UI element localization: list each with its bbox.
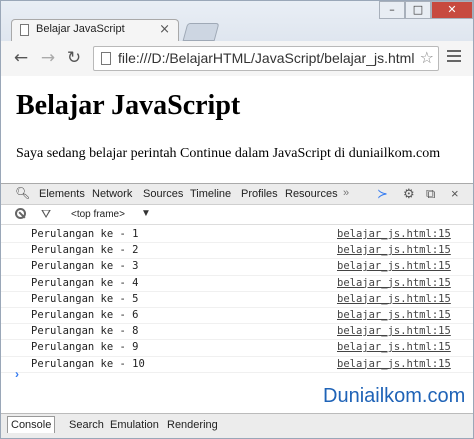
console-source-link[interactable]: belajar_js.html:15	[337, 276, 451, 291]
drawer-tab-emulation[interactable]: Emulation	[110, 419, 159, 431]
console-message: Perulangan ke - 5	[31, 292, 139, 305]
browser-toolbar: ← → ↻ file:///D:/BelajarHTML/JavaScript/…	[1, 41, 473, 77]
console-source-link[interactable]: belajar_js.html:15	[337, 243, 451, 258]
frame-select[interactable]: <top frame>	[71, 209, 125, 220]
console-message: Perulangan ke - 3	[31, 260, 139, 273]
console-row: Perulangan ke - 4 belajar_js.html:15	[1, 276, 473, 292]
console-source-link[interactable]: belajar_js.html:15	[337, 324, 451, 339]
document-icon	[20, 24, 29, 36]
minimize-button[interactable]: –	[379, 1, 405, 19]
console-prompt[interactable]: ›	[15, 367, 19, 381]
close-icon[interactable]: ×	[451, 186, 459, 201]
console-row: Perulangan ke - 6 belajar_js.html:15	[1, 308, 473, 325]
console-source-link[interactable]: belajar_js.html:15	[337, 357, 451, 372]
console-source-link[interactable]: belajar_js.html:15	[337, 340, 451, 355]
close-window-button[interactable]: ✕	[431, 1, 473, 19]
clear-console-icon[interactable]	[15, 208, 26, 219]
reload-icon[interactable]: ↻	[64, 48, 84, 68]
console-row: Perulangan ke - 5 belajar_js.html:15	[1, 292, 473, 308]
console-row: Perulangan ke - 3 belajar_js.html:15	[1, 259, 473, 276]
url-text[interactable]: file:///D:/BelajarHTML/JavaScript/belaja…	[118, 50, 414, 66]
drawer-tab-search[interactable]: Search	[69, 419, 104, 431]
dock-icon[interactable]: ⧉	[426, 186, 435, 202]
drawer-tab-console[interactable]: Console	[7, 416, 56, 433]
console-message: Perulangan ke - 9	[31, 341, 139, 354]
menu-icon[interactable]	[447, 50, 461, 65]
console-message: Perulangan ke - 6	[31, 308, 139, 321]
console-row: Perulangan ke - 1 belajar_js.html:15	[1, 227, 473, 244]
maximize-button[interactable]: □	[405, 1, 431, 19]
page-icon	[101, 52, 111, 65]
console-message: Perulangan ke - 2	[31, 244, 139, 257]
search-icon[interactable]: 🔍︎	[15, 186, 30, 200]
tab-close-icon[interactable]: ×	[159, 22, 170, 37]
address-bar[interactable]: file:///D:/BelajarHTML/JavaScript/belaja…	[93, 46, 439, 71]
console-source-link[interactable]: belajar_js.html:15	[337, 308, 451, 323]
new-tab-button[interactable]	[182, 23, 220, 41]
console-filter-bar: ⛛ <top frame> ▼	[1, 205, 473, 225]
title-bar: Belajar JavaScript × – □ ✕	[1, 1, 473, 41]
filter-icon[interactable]: ⛛	[41, 207, 51, 222]
devtools-panel: 🔍︎ Elements Network Sources Timeline Pro…	[1, 183, 473, 438]
tab-timeline[interactable]: Timeline	[190, 188, 231, 200]
console-message: Perulangan ke - 4	[31, 276, 139, 289]
console-source-link[interactable]: belajar_js.html:15	[337, 227, 451, 242]
page-content: Belajar JavaScript Saya sedang belajar p…	[1, 76, 473, 183]
tab-resources[interactable]: Resources	[285, 188, 338, 200]
devtools-tab-bar: 🔍︎ Elements Network Sources Timeline Pro…	[1, 183, 473, 205]
console-row: Perulangan ke - 8 belajar_js.html:15	[1, 324, 473, 341]
console-message: Perulangan ke - 8	[31, 325, 139, 338]
devtools-drawer-tabs: Console Search Emulation Rendering	[1, 413, 473, 438]
tab-elements[interactable]: Elements	[39, 188, 85, 200]
back-arrow-icon[interactable]: ←	[11, 48, 31, 68]
tab-sources[interactable]: Sources	[143, 188, 183, 200]
tab-network[interactable]: Network	[92, 188, 132, 200]
chevron-down-icon[interactable]: ▼	[141, 208, 151, 219]
console-row: Perulangan ke - 9 belajar_js.html:15	[1, 340, 473, 357]
console-log: Perulangan ke - 1 belajar_js.html:15 Perul…	[1, 227, 473, 407]
tab-profiles[interactable]: Profiles	[241, 188, 278, 200]
bookmark-star-icon[interactable]: ☆	[420, 48, 434, 67]
console-source-link[interactable]: belajar_js.html:15	[337, 259, 451, 274]
console-source-link[interactable]: belajar_js.html:15	[337, 292, 451, 307]
watermark-logo: Duniailkom.com	[323, 385, 466, 407]
console-row: Perulangan ke - 2 belajar_js.html:15	[1, 243, 473, 260]
browser-tab[interactable]: Belajar JavaScript ×	[11, 19, 179, 41]
console-row: Perulangan ke - 10 belajar_js.html:15	[1, 357, 473, 373]
page-heading: Belajar JavaScript	[16, 90, 241, 121]
forward-arrow-icon[interactable]: →	[38, 48, 58, 68]
drawer-tab-rendering[interactable]: Rendering	[167, 419, 218, 431]
console-drawer-icon[interactable]: ≻	[377, 186, 388, 202]
more-tabs-icon[interactable]: »	[343, 187, 349, 199]
console-message: Perulangan ke - 10	[31, 357, 145, 370]
console-message: Perulangan ke - 1	[31, 228, 139, 240]
browser-window: Belajar JavaScript × – □ ✕ ← → ↻ file://…	[0, 0, 474, 439]
gear-icon[interactable]: ⚙	[403, 186, 415, 202]
page-paragraph: Saya sedang belajar perintah Continue da…	[16, 146, 441, 161]
tab-title: Belajar JavaScript	[36, 23, 125, 35]
